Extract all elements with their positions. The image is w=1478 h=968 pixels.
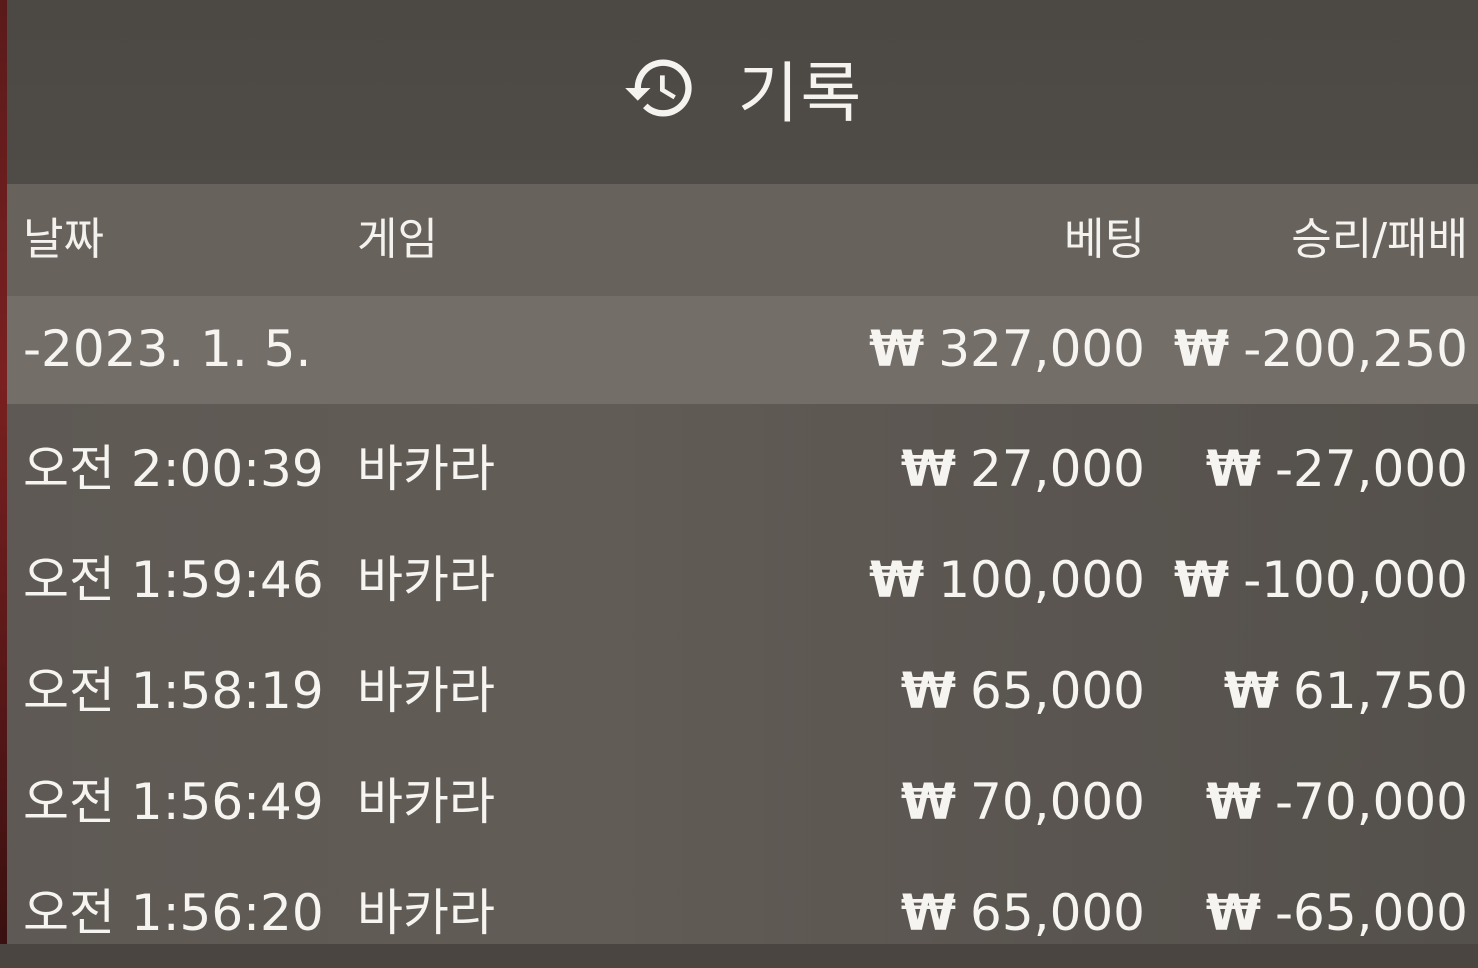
amount-value: -27,000 [1275,440,1468,498]
row-result-amount: ₩ -70,000 [1206,777,1468,827]
currency-symbol: ₩ [900,662,957,720]
row-time: 오전 1:58:19 [23,662,324,720]
column-header-game[interactable]: 게임 [357,218,438,262]
amount-value: -100,000 [1243,551,1468,609]
currency-symbol: ₩ [869,320,925,378]
row-time: 오전 1:56:20 [23,884,324,942]
date-group-row[interactable]: -2023. 1. 5. ₩327,000 ₩ -200,250 [7,296,1478,404]
amount-value: 327,000 [938,320,1145,378]
table-row[interactable]: 오전 1:58:19 바카라 ₩65,000 ₩61,750 [7,640,1478,746]
table-row[interactable]: 오전 1:56:49 바카라 ₩70,000 ₩ -70,000 [7,751,1478,857]
amount-value: 27,000 [970,440,1145,498]
row-game: 바카라 [357,773,495,831]
row-game: 바카라 [357,551,495,609]
panel-header: 기록 [7,0,1478,184]
row-bet-amount: ₩65,000 [901,888,1145,938]
background-strip [0,0,7,944]
row-time: 오전 1:56:49 [23,773,324,831]
row-result-amount: ₩61,750 [1224,666,1468,716]
column-header-bet[interactable]: 베팅 [1064,218,1145,262]
row-result-amount: ₩ -27,000 [1206,444,1468,494]
column-header-row: 날짜 게임 베팅 승리/패배 [7,184,1478,296]
date-group-label: -2023. 1. 5. [23,320,312,378]
currency-symbol: ₩ [1205,440,1261,498]
history-panel: 기록 날짜 게임 베팅 승리/패배 -2023. 1. 5. ₩327,000 … [7,0,1478,944]
currency-symbol: ₩ [1174,320,1230,378]
currency-symbol: ₩ [1223,662,1280,720]
currency-symbol: ₩ [900,440,957,498]
page-title: 기록 [737,55,864,132]
amount-value: 61,750 [1293,662,1468,720]
summary-result-amount: ₩ -200,250 [1174,324,1468,374]
column-header-date[interactable]: 날짜 [23,218,104,262]
amount-value: -70,000 [1275,773,1468,831]
amount-value: 100,000 [938,551,1145,609]
row-result-amount: ₩ -65,000 [1206,888,1468,938]
row-time: 오전 2:00:39 [23,440,324,498]
amount-value: 70,000 [970,773,1145,831]
row-game: 바카라 [357,440,495,498]
column-header-result[interactable]: 승리/패배 [1291,218,1468,262]
currency-symbol: ₩ [869,551,925,609]
currency-symbol: ₩ [900,773,957,831]
currency-symbol: ₩ [1205,884,1261,942]
row-result-amount: ₩ -100,000 [1174,555,1468,605]
table-row[interactable]: 오전 1:56:20 바카라 ₩65,000 ₩ -65,000 [7,862,1478,968]
row-game: 바카라 [357,662,495,720]
row-bet-amount: ₩27,000 [901,444,1145,494]
header-title-group: 기록 [622,40,863,136]
amount-value: -200,250 [1243,320,1468,378]
table-row[interactable]: 오전 1:59:46 바카라 ₩100,000 ₩ -100,000 [7,529,1478,635]
row-bet-amount: ₩100,000 [869,555,1145,605]
row-game: 바카라 [357,884,495,942]
row-time: 오전 1:59:46 [23,551,324,609]
amount-value: 65,000 [970,662,1145,720]
amount-value: -65,000 [1275,884,1468,942]
currency-symbol: ₩ [1205,773,1261,831]
summary-bet-amount: ₩327,000 [869,324,1145,374]
currency-symbol: ₩ [900,884,957,942]
currency-symbol: ₩ [1174,551,1230,609]
row-bet-amount: ₩70,000 [901,777,1145,827]
history-icon [624,59,692,117]
amount-value: 65,000 [970,884,1145,942]
table-row[interactable]: 오전 2:00:39 바카라 ₩27,000 ₩ -27,000 [7,418,1478,524]
row-bet-amount: ₩65,000 [901,666,1145,716]
